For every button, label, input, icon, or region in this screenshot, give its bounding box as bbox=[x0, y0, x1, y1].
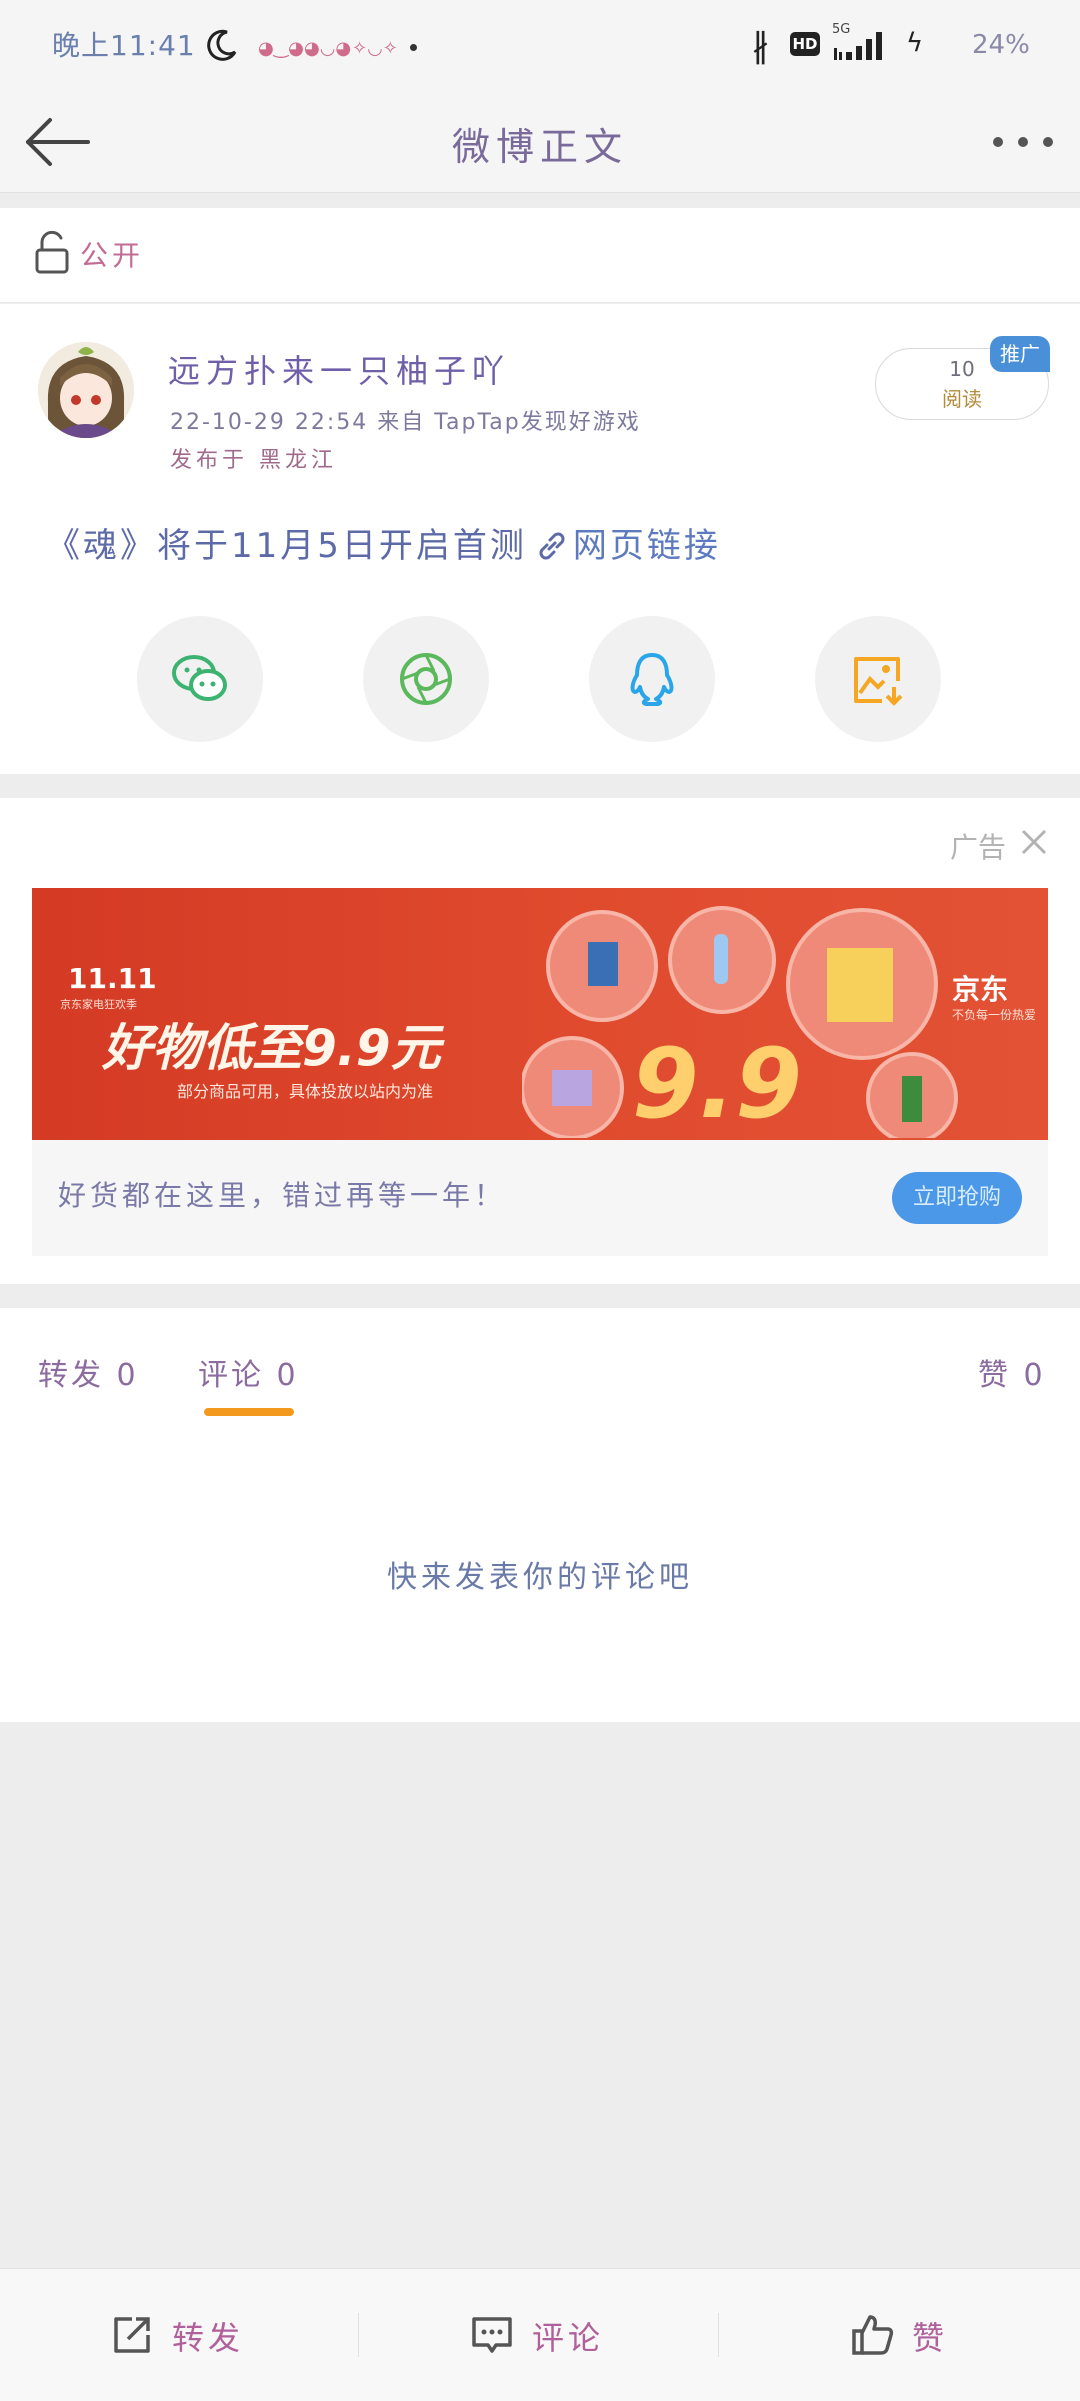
comment-icon bbox=[472, 2317, 512, 2353]
save-image-button[interactable] bbox=[815, 616, 941, 742]
visibility-row[interactable]: 公开 bbox=[0, 208, 1080, 303]
banner-event: 11.11 bbox=[68, 962, 157, 995]
web-link[interactable]: 网页链接 bbox=[573, 526, 721, 566]
bottom-action-bar: 转发 评论 赞 bbox=[0, 2268, 1080, 2401]
buy-now-button[interactable]: 立即抢购 bbox=[892, 1172, 1022, 1224]
comment-label: 评论 bbox=[532, 2319, 605, 2357]
ad-card[interactable]: 广告 11.11 京东家电狂欢季 好物低至9.9元 部分商品可用，具体投放以站内… bbox=[0, 798, 1080, 1284]
banner-big-number: 9.9 bbox=[632, 1028, 803, 1140]
status-time: 晚上11:41 bbox=[52, 29, 196, 62]
notification-dot bbox=[410, 44, 417, 51]
username[interactable]: 远方扑来一只柚子吖 bbox=[168, 346, 510, 392]
repost-icon bbox=[114, 2317, 150, 2353]
banner-subline: 部分商品可用，具体投放以站内为准 bbox=[177, 1082, 434, 1101]
visibility-label: 公开 bbox=[80, 239, 145, 272]
post-location: 发布于 黑龙江 bbox=[170, 448, 337, 473]
read-label: 阅读 bbox=[942, 387, 982, 411]
notification-icon: ◕‿◕ bbox=[258, 38, 304, 59]
save-image-icon bbox=[854, 657, 903, 706]
moments-icon bbox=[400, 653, 452, 705]
banner-headline: 好物低至9.9元 bbox=[102, 1019, 441, 1077]
divider bbox=[718, 2313, 719, 2357]
link-icon bbox=[539, 532, 565, 560]
empty-comments-text: 快来发表你的评论吧 bbox=[387, 1560, 693, 1595]
unlock-icon bbox=[35, 230, 69, 274]
close-icon[interactable] bbox=[1020, 828, 1048, 856]
like-button[interactable]: 赞 bbox=[720, 2269, 1078, 2401]
notification-icon: ◕◡◕ bbox=[304, 38, 352, 59]
divider bbox=[358, 2313, 359, 2357]
post-card: 远方扑来一只柚子吖 22-10-29 22:54 来自 TapTap发现好游戏 … bbox=[0, 304, 1080, 774]
tab-repost[interactable]: 转发 0 bbox=[38, 1350, 139, 1394]
status-bar: 晚上11:41 ◕‿◕ ◕◡◕ ✧◡✧ ∦ HD 5G ϟ 24% bbox=[0, 0, 1080, 92]
ad-caption: 好货都在这里，错过再等一年！ bbox=[58, 1179, 507, 1212]
comment-button[interactable]: 评论 bbox=[360, 2269, 718, 2401]
charging-icon: ϟ bbox=[906, 28, 924, 58]
ad-footer[interactable]: 好货都在这里，错过再等一年！ 立即抢购 bbox=[32, 1140, 1048, 1256]
brand-logo: 京东 bbox=[952, 973, 1009, 1006]
tab-like[interactable]: 赞 0 bbox=[978, 1350, 1046, 1394]
more-dots-icon[interactable] bbox=[990, 132, 1056, 152]
tab-comment[interactable]: 评论 0 bbox=[198, 1350, 299, 1394]
interaction-tabs: 转发 0 评论 0 赞 0 bbox=[0, 1308, 1080, 1425]
active-tab-indicator bbox=[204, 1408, 294, 1416]
post-datetime-source: 22-10-29 22:54 来自 TapTap发现好游戏 bbox=[170, 410, 641, 435]
repost-label: 转发 bbox=[172, 2319, 245, 2357]
like-label: 赞 bbox=[912, 2319, 949, 2357]
repost-button[interactable]: 转发 bbox=[0, 2269, 358, 2401]
ad-label: 广告 bbox=[950, 831, 1007, 864]
thumbs-up-icon bbox=[852, 2315, 894, 2355]
signal-icon bbox=[834, 32, 882, 60]
qq-icon bbox=[630, 653, 674, 706]
share-qq-button[interactable] bbox=[589, 616, 715, 742]
share-moments-button[interactable] bbox=[363, 616, 489, 742]
post-text: 《魂》将于11月5日开启首测 bbox=[46, 526, 527, 566]
post-content: 《魂》将于11月5日开启首测 网页链接 bbox=[46, 518, 721, 567]
avatar[interactable] bbox=[38, 342, 134, 438]
bluetooth-icon: ∦ bbox=[752, 26, 769, 66]
nav-bar: 微博正文 bbox=[0, 92, 1080, 193]
notification-icon: ✧◡✧ bbox=[352, 38, 398, 59]
wechat-icon bbox=[172, 655, 227, 701]
comments-area: 快来发表你的评论吧 bbox=[0, 1424, 1080, 1722]
share-wechat-button[interactable] bbox=[137, 616, 263, 742]
hd-icon: HD bbox=[790, 32, 820, 56]
ad-banner[interactable]: 11.11 京东家电狂欢季 好物低至9.9元 部分商品可用，具体投放以站内为准 … bbox=[32, 888, 1048, 1140]
page-title: 微博正文 bbox=[451, 125, 628, 169]
promo-badge: 推广 bbox=[990, 336, 1050, 372]
brand-slogan: 不负每一份热爱 bbox=[952, 1008, 1037, 1022]
battery-level: 24% bbox=[972, 30, 1030, 60]
moon-icon bbox=[207, 29, 237, 61]
